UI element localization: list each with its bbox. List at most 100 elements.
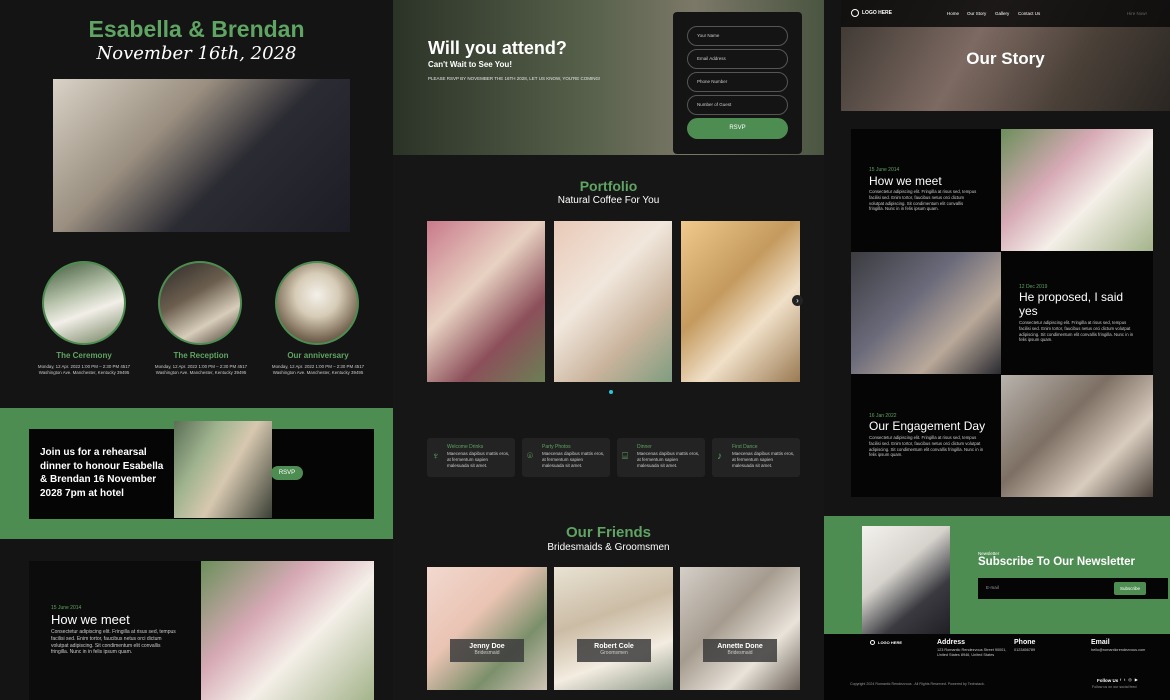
footer-logo-icon [870,640,875,645]
friend-card: Robert Cole Groomsmen [554,567,673,690]
dance-icon: ♪ [717,451,722,462]
glass-icon: ♆ [432,451,440,462]
footer-copyright: Copyright 2024 Romantic Rendezvous . All… [850,682,985,686]
nav-logo[interactable]: LOGO HERE [862,10,892,16]
rsvp-note: PLEASE RSVP BY NOVEMBER THE 16TH 2028, L… [428,76,601,81]
friends-subtitle: Bridesmaids & Groomsmen [547,542,670,553]
newsletter-email-input[interactable]: E-mail [986,585,999,590]
nav-item-gallery[interactable]: Gallery [995,11,1009,16]
wedding-date: November 16th, 2028 [96,43,297,64]
friend-role: Groomsmen [600,650,628,656]
nav-item-home[interactable]: Home [947,11,959,16]
rsvp-submit-button[interactable]: RSVP [687,118,788,139]
feature-text: Maecenas dapibus mattis eros, at ferment… [447,451,510,469]
friend-name: Annette Done [717,643,763,650]
event-title: Our anniversary [287,351,349,360]
subscribe-button[interactable]: Subscribe [1114,582,1146,595]
story-hero-title: Our Story [966,49,1045,68]
guest-field[interactable]: Number of Guest [687,95,788,115]
story-date: 15 June 2014 [51,605,82,611]
name-field[interactable]: Your Name [687,26,788,46]
logo-icon [851,9,859,17]
event-text: Monday, 12 Apr. 2022 1:00 PM – 2:30 PM 4… [37,364,131,375]
middle-panel: Will you attend? Can't Wait to See You! … [393,0,824,700]
story-photo [1001,375,1153,497]
newsletter-title: Subscribe To Our Newsletter [978,556,1135,568]
friend-label: Robert Cole Groomsmen [577,639,651,662]
feature-title: Dinner [637,444,652,450]
rehearsal-section: Join us for a rehearsal dinner to honour… [0,408,393,539]
rehearsal-text: Join us for a rehearsal dinner to honour… [40,447,164,499]
story-timeline: 15 June 2014 How we meet Consectetur adi… [851,129,1153,497]
story-title: He proposed, I said yes [1019,290,1124,319]
story-text: Consectetur adipiscing elit. Fringilla a… [869,435,984,458]
feature-card: ♪ First Dance Maecenas dapibus mattis er… [712,438,800,477]
footer-logo[interactable]: LOGO HERE [878,640,902,645]
feature-card: ⌾ Party Photos Maecenas dapibus mattis e… [522,438,610,477]
story-title: Our Engagement Day [869,419,986,433]
event-title: The Ceremony [56,351,112,360]
story-hero: LOGO HERE Home Our Story Gallery Contact… [841,0,1170,111]
footer-phone-title: Phone [1014,639,1036,646]
rehearsal-card: Join us for a rehearsal dinner to honour… [29,421,374,519]
event-text: Monday, 12 Apr. 2022 1:00 PM – 2:30 PM 4… [154,364,248,375]
portfolio-subtitle: Natural Coffee For You [557,195,660,206]
friend-name: Robert Cole [594,643,634,650]
feature-title: Party Photos [542,444,571,450]
rehearsal-photo [174,421,272,518]
feature-card: ♆ Welcome Drinks Maecenas dapibus mattis… [427,438,515,477]
feature-text: Maecenas dapibus mattis eros, at ferment… [637,451,700,469]
story-date: 15 June 2014 [869,167,900,173]
story-title: How we meet [869,174,942,188]
story-block: 15 June 2014 How we meet Consectetur adi… [29,561,374,700]
story-text: Consectetur adipiscing elit. Fringilla a… [1019,320,1134,343]
rsvp-heading: Will you attend? [428,38,567,58]
left-panel: Esabella & Brendan November 16th, 2028 T… [0,0,393,700]
gallery-photo[interactable] [554,221,672,382]
newsletter-photo [862,526,950,634]
footer-address: 123 Romantic Rendezvous Street 90001, Un… [937,648,1007,658]
feature-title: Welcome Drinks [447,444,484,450]
camera-icon: ⌾ [527,451,533,462]
friend-name: Jenny Doe [469,643,505,650]
story-photo [201,561,374,700]
nav-hire-button[interactable]: Hire Now! [1127,11,1147,16]
story-text: Consectetur adipiscing elit. Fringilla a… [869,189,977,212]
story-photo [851,252,1001,374]
newsletter-section: Newsletter Subscribe To Our Newsletter E… [824,516,1170,634]
youtube-icon[interactable]: ▶ [1135,677,1141,682]
gallery-photo[interactable] [427,221,545,382]
footer-email[interactable]: hello@romanticrendezvous.com [1091,648,1145,653]
event-circle-ceremony [42,261,126,345]
email-field[interactable]: Email Address [687,49,788,69]
nav-item-our-story[interactable]: Our Story [967,11,986,16]
friend-role: Bridesmaid [474,650,500,656]
gallery-dot[interactable] [609,390,613,394]
portfolio-title: Portfolio [579,178,638,194]
phone-field[interactable]: Phone Number [687,72,788,92]
top-nav: LOGO HERE Home Our Story Gallery Contact… [841,0,1170,27]
rsvp-hero: Will you attend? Can't Wait to See You! … [393,0,824,155]
hero-photo [53,79,350,232]
feature-card: ⌸ Dinner Maecenas dapibus mattis eros, a… [617,438,705,477]
friend-role: Bridesmaid [727,650,753,656]
right-panel: LOGO HERE Home Our Story Gallery Contact… [824,0,1170,700]
friend-label: Jenny Doe Bridesmaid [450,639,524,662]
footer-phone: 0123456789 [1014,648,1036,652]
gallery-next-arrow[interactable]: › [792,295,803,306]
dinner-icon: ⌸ [622,451,628,462]
story-photo [1001,129,1153,251]
friend-card: Jenny Doe Bridesmaid [427,567,547,690]
story-title: How we meet [51,612,130,627]
nav-item-contact[interactable]: Contact Us [1018,11,1040,16]
event-circle-reception [158,261,242,345]
story-text: Consectetur adipiscing elit. Fringilla a… [51,629,176,656]
newsletter-form: E-mail Subscribe [978,578,1168,599]
footer-address-title: Address [937,639,966,646]
gallery-photo[interactable] [681,221,800,382]
event-text: Monday, 12 Apr. 2022 1:00 PM – 2:30 PM 4… [271,364,365,375]
footer-email-title: Email [1091,639,1110,646]
event-circle-anniversary [275,261,359,345]
rehearsal-rsvp-button[interactable]: RSVP [271,466,303,480]
footer-follow-note: Follow us on our social feed [1092,685,1137,689]
